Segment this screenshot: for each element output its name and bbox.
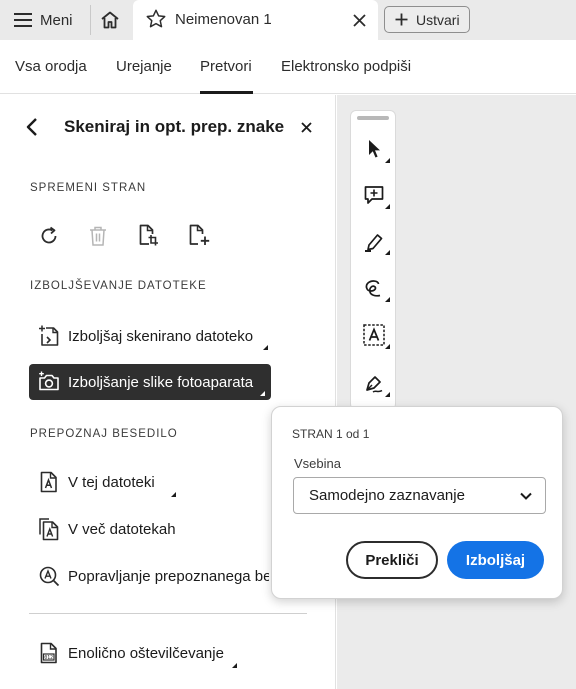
cancel-label: Prekliči [365, 551, 419, 569]
quick-tools-toolbar [350, 110, 396, 410]
close-tab-button[interactable] [349, 10, 369, 30]
scan-ocr-panel: Skeniraj in opt. prep. znake SPREMENI ST… [0, 95, 336, 689]
create-label: Ustvari [416, 11, 460, 28]
hamburger-icon [14, 13, 32, 27]
document-tab[interactable]: Neimenovan 1 [133, 0, 378, 40]
main-tab-bar: Vsa orodja Urejanje Pretvori Elektronsko… [0, 40, 576, 94]
close-icon [352, 13, 366, 27]
insert-page-icon [189, 224, 210, 245]
menu-label: Meni [40, 11, 73, 29]
correct-text-icon [37, 564, 61, 588]
section-divider [29, 613, 307, 614]
submenu-indicator-icon [385, 158, 390, 163]
panel-title: Skeniraj in opt. prep. znake [64, 117, 285, 136]
draw-button[interactable] [360, 274, 390, 302]
back-button[interactable] [26, 115, 46, 139]
active-tab-indicator [200, 91, 253, 94]
submenu-indicator-icon [385, 250, 390, 255]
delete-icon [90, 226, 106, 246]
highlight-pen-icon [365, 234, 383, 252]
recognize-in-this-file-item[interactable]: V tej datoteki [29, 464, 176, 500]
ocr-file-icon [37, 470, 61, 494]
submenu-indicator-icon [385, 297, 390, 302]
bates-numbering-item[interactable]: 012 Enolično oštevilčevanje [29, 635, 237, 671]
submenu-indicator-icon [232, 663, 237, 668]
document-tab-title: Neimenovan 1 [175, 11, 272, 28]
titlebar-divider [90, 5, 91, 35]
enhance-scanned-file-item[interactable]: Izboljšaj skenirano datoteko [29, 318, 270, 354]
rotate-icon [41, 226, 57, 244]
correct-recognized-text-item[interactable]: Popravljanje prepoznanega be [29, 558, 269, 594]
recognize-in-multiple-files-item[interactable]: V več datotekah [29, 511, 189, 547]
content-label: Vsebina [294, 456, 341, 471]
recognize-in-multiple-files-label: V več datotekah [68, 520, 176, 538]
add-text-button[interactable] [360, 321, 390, 349]
submenu-indicator-icon [385, 344, 390, 349]
enhance-label: Izboljšaj [465, 551, 526, 569]
draw-freehand-icon [365, 280, 381, 297]
text-box-icon [363, 324, 385, 346]
content-type-select[interactable]: Samodejno zaznavanje [293, 477, 546, 514]
enhance-camera-image-label: Izboljšanje slike fotoaparata [68, 373, 254, 391]
create-button[interactable]: Ustvari [384, 6, 470, 33]
close-icon [300, 121, 312, 133]
home-button[interactable] [96, 6, 124, 34]
crop-page-icon [139, 224, 158, 246]
section-heading-page: SPREMENI STRAN [30, 182, 147, 194]
content-type-value: Samodejno zaznavanje [309, 487, 465, 504]
ocr-multiple-files-icon [37, 517, 61, 541]
section-heading-recognize: PREPOZNAJ BESEDILO [30, 428, 178, 440]
enhance-scanned-file-label: Izboljšaj skenirano datoteko [68, 327, 254, 345]
enhance-button[interactable]: Izboljšaj [447, 541, 544, 579]
title-bar: Meni Neimenovan 1 Ustvari [0, 0, 576, 40]
close-panel-button[interactable] [296, 117, 316, 137]
submenu-indicator-icon [263, 345, 268, 350]
page-indicator: STRAN 1 od 1 [292, 427, 370, 441]
crop-page-button[interactable] [135, 221, 161, 249]
chevron-left-icon [26, 118, 37, 136]
select-tool-button[interactable] [360, 135, 390, 163]
submenu-indicator-icon [385, 392, 390, 397]
bates-numbering-icon: 012 [37, 641, 61, 665]
correct-recognized-text-label: Popravljanje prepoznanega be [68, 567, 269, 585]
plus-icon [395, 13, 408, 26]
sign-icon [366, 376, 383, 393]
tab-edit[interactable]: Urejanje [116, 58, 172, 75]
submenu-indicator-icon [385, 204, 390, 209]
menu-button[interactable]: Meni [8, 6, 79, 34]
delete-page-button [85, 222, 111, 250]
toolbar-drag-handle[interactable] [357, 116, 389, 120]
enhance-camera-image-item[interactable]: Izboljšanje slike fotoaparata [29, 364, 271, 400]
sign-button[interactable] [360, 369, 390, 397]
chevron-down-icon [520, 492, 532, 500]
tab-all-tools[interactable]: Vsa orodja [15, 58, 87, 75]
tab-e-sign[interactable]: Elektronsko podpiši [281, 58, 411, 75]
enhance-options-popover: STRAN 1 od 1 Vsebina Samodejno zaznavanj… [271, 406, 563, 599]
bates-numbering-label: Enolično oštevilčevanje [68, 644, 224, 662]
cancel-button[interactable]: Prekliči [346, 541, 438, 579]
submenu-indicator-icon [171, 492, 176, 497]
section-heading-enhance: IZBOLJŠEVANJE DATOTEKE [30, 280, 207, 292]
highlight-button[interactable] [360, 227, 390, 255]
add-comment-button[interactable] [360, 181, 390, 209]
select-arrow-icon [369, 140, 380, 158]
add-comment-icon [364, 186, 384, 204]
submenu-indicator-icon [260, 391, 265, 396]
star-icon[interactable] [145, 8, 167, 30]
insert-page-button[interactable] [186, 221, 212, 249]
svg-text:012: 012 [44, 655, 53, 661]
rotate-page-button[interactable] [36, 222, 62, 250]
tab-convert[interactable]: Pretvori [200, 58, 252, 75]
camera-enhance-icon [37, 370, 61, 394]
recognize-in-this-file-label: V tej datoteki [68, 473, 155, 491]
home-icon [101, 11, 119, 29]
enhance-scan-icon [37, 324, 61, 348]
